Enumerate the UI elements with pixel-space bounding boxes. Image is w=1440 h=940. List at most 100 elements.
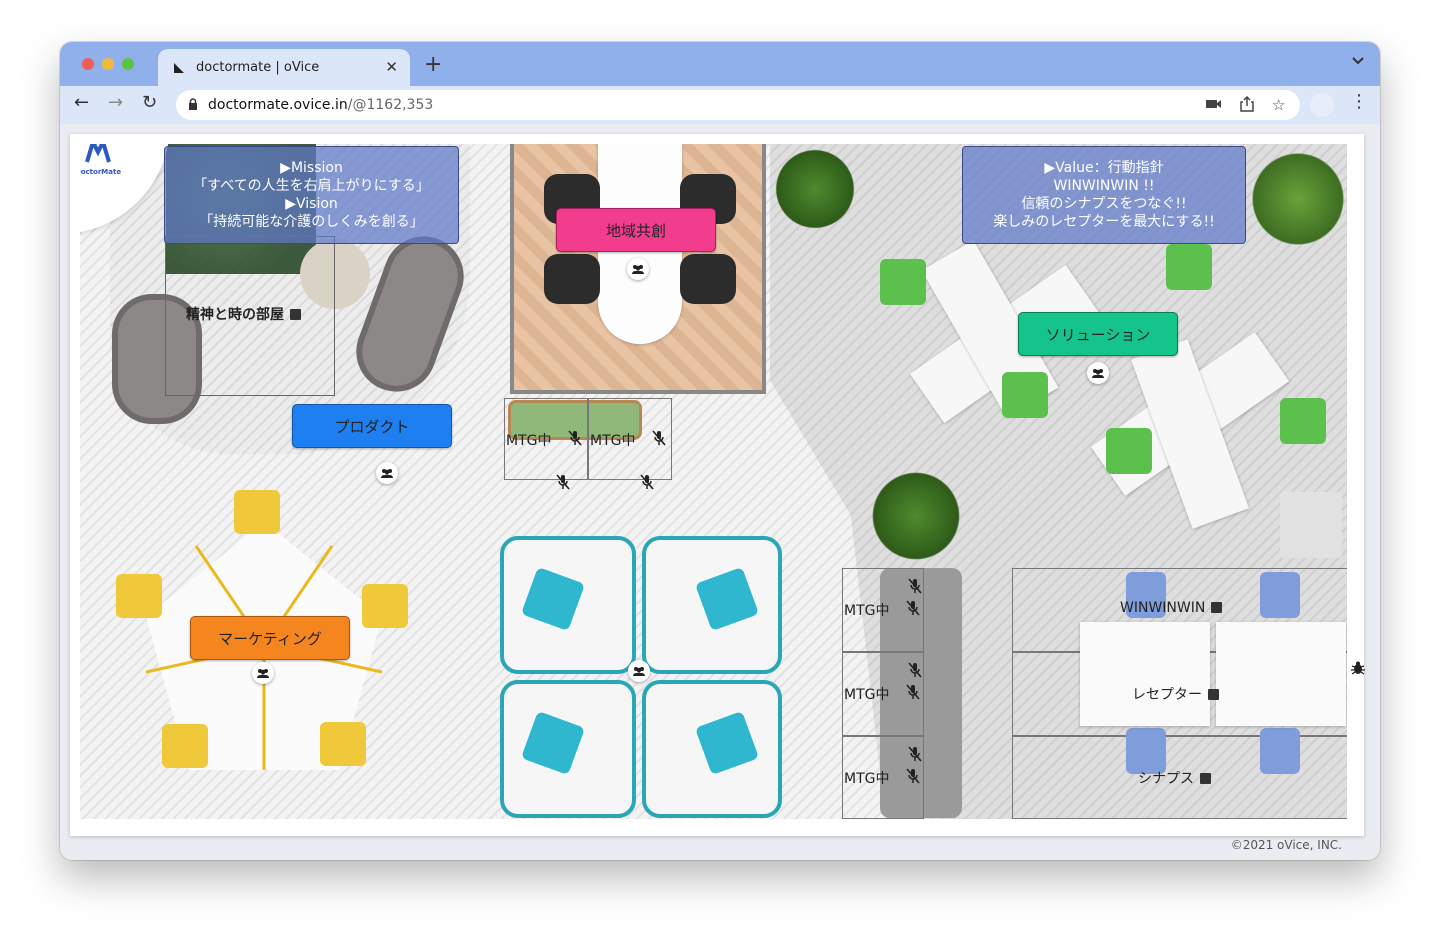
maximize-window-button[interactable]	[122, 58, 134, 70]
room-label-product[interactable]: プロダクト	[292, 404, 452, 448]
synapse-room-name: シナプス	[1138, 771, 1194, 787]
mic-muted-icon	[640, 474, 654, 494]
marketing-chair	[234, 490, 280, 534]
mic-muted-icon	[652, 430, 666, 450]
tab-bar: doctormate | oVice ✕ +	[60, 42, 1380, 86]
chiiki-chair	[680, 254, 736, 304]
bug-report-icon[interactable]	[1350, 660, 1366, 680]
product-label-text: プロダクト	[334, 417, 410, 436]
solution-chair	[880, 259, 926, 305]
mic-muted-icon	[908, 746, 922, 766]
camera-icon[interactable]	[1206, 96, 1222, 114]
value-line-synapse: 信頼のシナプスをつなぐ!!	[1021, 196, 1187, 212]
forward-button[interactable]: →	[108, 92, 123, 113]
close-window-button[interactable]	[82, 58, 94, 70]
calendar-icon	[1211, 602, 1223, 613]
back-button[interactable]: ←	[74, 92, 89, 113]
marketing-chair	[162, 724, 208, 768]
url-path: /@1162,353	[347, 97, 434, 113]
pillar	[1280, 492, 1342, 558]
calendar-icon	[1200, 773, 1211, 784]
seishin-room-name: 精神と時の部屋	[186, 307, 284, 323]
doctormate-logo-icon	[85, 144, 111, 163]
vision-text: 「持続可能な介護のしくみを創る」	[199, 214, 424, 230]
marketing-chair	[362, 584, 408, 628]
browser-tab[interactable]: doctormate | oVice ✕	[158, 49, 410, 86]
receptor-room-name: レセプター	[1132, 687, 1202, 703]
mtg-status: MTG中	[844, 771, 890, 787]
mtg-status: MTG中	[844, 687, 890, 703]
value-line-winwinwin: WINWINWIN !!	[1053, 178, 1155, 194]
meeting-chair	[1260, 728, 1300, 774]
share-icon[interactable]	[1240, 95, 1254, 116]
mic-muted-icon	[908, 578, 922, 598]
browser-window: doctormate | oVice ✕ + ← → ↻ doctormate.…	[60, 42, 1380, 860]
teal-desk-people-icon[interactable]	[628, 660, 650, 682]
mic-muted-icon	[908, 662, 922, 682]
mic-muted-icon	[568, 430, 582, 450]
room-label-solution[interactable]: ソリューション	[1018, 312, 1178, 356]
doctormate-logo: DoctorMate	[80, 144, 128, 176]
mic-muted-icon	[906, 600, 920, 620]
solution-label-text: ソリューション	[1045, 325, 1151, 344]
product-people-icon[interactable]	[376, 462, 398, 484]
address-bar[interactable]: doctormate.ovice.in /@1162,353 ☆	[176, 90, 1300, 120]
mtg-status: MTG中	[506, 433, 552, 449]
chiiki-people-icon[interactable]	[627, 258, 649, 280]
marketing-chair	[116, 574, 162, 618]
meeting-table	[1080, 622, 1210, 726]
seishin-room-label: 精神と時の部屋	[186, 304, 301, 324]
value-line-receptor: 楽しみのレセプターを最大にする!!	[993, 214, 1215, 230]
value-heading: ▶Value：行動指針	[1044, 160, 1164, 176]
office-map[interactable]: 精神と時の部屋 DoctorMate ▶Mission 「すべての人生を右肩上が…	[80, 144, 1347, 819]
mission-heading: ▶Mission	[280, 160, 343, 176]
tab-search-chevron-icon[interactable]	[1352, 54, 1364, 69]
page-content: 精神と時の部屋 DoctorMate ▶Mission 「すべての人生を右肩上が…	[60, 124, 1380, 860]
browser-toolbar: ← → ↻ doctormate.ovice.in /@1162,353 ☆ ⋮	[60, 86, 1380, 124]
bookmark-star-icon[interactable]: ☆	[1272, 96, 1285, 114]
tab-close-icon[interactable]: ✕	[385, 58, 398, 76]
solution-chair	[1280, 398, 1326, 444]
receptor-room-label: レセプター	[1132, 684, 1219, 704]
meeting-table	[1216, 622, 1346, 726]
marketing-label-text: マーケティング	[218, 629, 322, 648]
winwinwin-room-label: WINWINWIN	[1120, 600, 1223, 616]
profile-avatar[interactable]	[1310, 93, 1334, 117]
ovice-space: 精神と時の部屋 DoctorMate ▶Mission 「すべての人生を右肩上が…	[70, 134, 1366, 836]
plant-top-right	[1248, 144, 1347, 254]
value-box: ▶Value：行動指針 WINWINWIN !! 信頼のシナプスをつなぐ!! 楽…	[962, 146, 1246, 244]
plant-top	[770, 144, 860, 234]
minimize-window-button[interactable]	[102, 58, 114, 70]
marketing-people-icon[interactable]	[252, 662, 274, 684]
vision-heading: ▶Vision	[285, 196, 338, 212]
calendar-icon	[290, 309, 301, 320]
url-host: doctormate.ovice.in	[208, 97, 348, 113]
chiiki-label-text: 地域共創	[605, 221, 666, 240]
calendar-icon	[1208, 689, 1219, 700]
room-label-marketing[interactable]: マーケティング	[190, 616, 350, 660]
synapse-room-label: シナプス	[1138, 768, 1211, 788]
tab-title: doctormate | oVice	[196, 60, 320, 75]
reload-button[interactable]: ↻	[142, 92, 157, 113]
plant-middle	[866, 466, 966, 566]
copyright-text: ©2021 oVice, INC.	[1230, 838, 1342, 852]
mic-muted-icon	[556, 474, 570, 494]
mission-text: 「すべての人生を右肩上がりにする」	[193, 178, 430, 194]
mic-muted-icon	[906, 768, 920, 788]
solution-people-icon[interactable]	[1087, 362, 1109, 384]
solution-chair	[1166, 244, 1212, 290]
chiiki-chair	[544, 254, 600, 304]
solution-chair	[1002, 372, 1048, 418]
mtg-status: MTG中	[590, 433, 636, 449]
mtg-status: MTG中	[844, 603, 890, 619]
meeting-chair	[1260, 572, 1300, 618]
mic-muted-icon	[906, 684, 920, 704]
ovice-favicon-icon	[172, 61, 186, 75]
lock-icon	[188, 97, 198, 113]
logo-text: DoctorMate	[80, 168, 122, 176]
solution-chair	[1106, 428, 1152, 474]
more-menu-icon[interactable]: ⋮	[1350, 91, 1368, 112]
room-label-chiiki[interactable]: 地域共創	[556, 208, 716, 252]
mission-vision-box: ▶Mission 「すべての人生を右肩上がりにする」 ▶Vision 「持続可能…	[164, 146, 459, 244]
new-tab-button[interactable]: +	[424, 52, 442, 77]
